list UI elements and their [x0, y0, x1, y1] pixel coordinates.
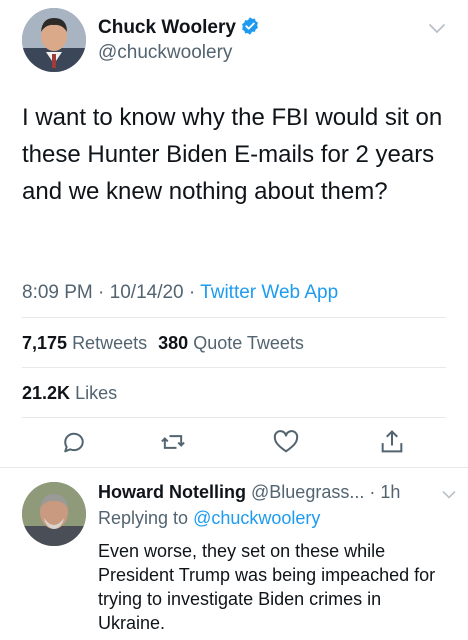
likes-count: 21.2K	[22, 383, 71, 403]
divider	[22, 417, 446, 418]
replying-to-label: Replying to	[98, 508, 189, 528]
tweet-date[interactable]: 10/14/20	[110, 282, 184, 303]
reply-icon[interactable]	[60, 428, 88, 456]
verified-badge-icon	[240, 16, 260, 41]
likes-label: Likes	[75, 383, 118, 403]
like-icon[interactable]	[272, 428, 300, 456]
author-name-row[interactable]: Chuck Woolery	[98, 16, 260, 41]
tweet-time[interactable]: 8:09 PM	[22, 282, 93, 303]
author-name[interactable]: Chuck Woolery	[98, 17, 236, 38]
likes-stat[interactable]: 21.2K Likes	[22, 383, 117, 404]
retweets-label: Retweets	[72, 333, 148, 353]
divider	[22, 317, 446, 318]
tweet-source-link[interactable]: Twitter Web App	[200, 282, 338, 303]
retweet-stats: 7,175 Retweets 380 Quote Tweets	[22, 333, 304, 354]
tweet-metadata: 8:09 PM · 10/14/20 · Twitter Web App	[22, 282, 338, 304]
retweets-stat[interactable]: 7,175 Retweets	[22, 333, 147, 353]
meta-separator: ·	[98, 282, 105, 303]
divider	[22, 367, 446, 368]
reply-text: Even worse, they set on these while Pres…	[98, 541, 436, 633]
author-avatar[interactable]	[22, 8, 86, 72]
reply-author-avatar[interactable]	[22, 482, 86, 546]
reply-chevron-down-icon[interactable]	[442, 487, 456, 505]
quote-tweets-stat[interactable]: 380 Quote Tweets	[158, 333, 304, 353]
meta-separator: ·	[188, 282, 196, 303]
chevron-down-icon[interactable]	[428, 22, 446, 40]
quote-count: 380	[158, 333, 189, 353]
reply-header: Howard Notelling @Bluegrass... · 1h	[98, 482, 400, 503]
quote-label: Quote Tweets	[193, 333, 304, 353]
meta-separator: ·	[369, 482, 376, 502]
replying-to: Replying to @chuckwoolery	[98, 508, 320, 529]
retweet-icon[interactable]	[159, 428, 187, 456]
tweet-text: I want to know why the FBI would sit on …	[22, 104, 443, 205]
reply-author-handle[interactable]: @Bluegrass...	[251, 482, 364, 502]
author-handle[interactable]: @chuckwoolery	[98, 42, 232, 64]
reply-author-name[interactable]: Howard Notelling	[98, 482, 246, 502]
divider	[0, 467, 468, 468]
reply-time[interactable]: 1h	[380, 482, 400, 502]
share-icon[interactable]	[378, 428, 406, 456]
replying-to-handle[interactable]: @chuckwoolery	[193, 508, 320, 528]
retweets-count: 7,175	[22, 333, 68, 353]
